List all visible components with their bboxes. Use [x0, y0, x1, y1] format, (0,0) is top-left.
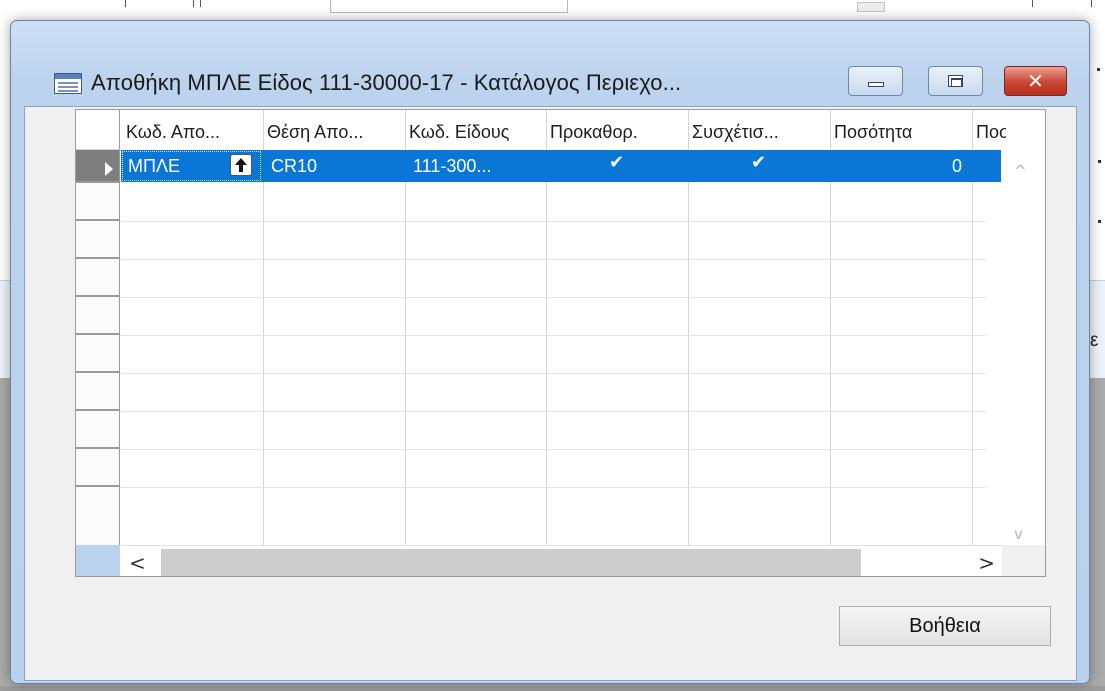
cell-default-check-icon[interactable]: ✔	[609, 152, 624, 173]
scroll-left-icon[interactable]: <	[129, 551, 146, 575]
row-selector[interactable]	[76, 297, 120, 335]
cell-quantity[interactable]: 0	[834, 156, 962, 177]
row-divider	[121, 259, 986, 260]
background-bottom-bar	[0, 686, 1105, 691]
row-selector[interactable]	[76, 487, 120, 545]
background-field	[330, 0, 885, 13]
column-header-location-code[interactable]: Κωδ. Απο...	[126, 122, 263, 143]
column-header-related[interactable]: Συσχέτισ...	[692, 122, 830, 143]
column-header-quantity[interactable]: Ποσότητα	[834, 122, 972, 143]
background-mark	[200, 0, 201, 7]
horizontal-scroll-thumb[interactable]	[161, 549, 861, 576]
bin-contents-window: Αποθήκη ΜΠΛΕ Είδος 111-30000-17 - Κατάλο…	[10, 20, 1090, 684]
close-icon: ✕	[1027, 69, 1044, 93]
row-divider	[121, 487, 986, 488]
row-selector[interactable]	[76, 183, 120, 221]
row-divider	[121, 221, 986, 222]
background-mark	[125, 0, 126, 7]
row-divider	[121, 373, 986, 374]
window-title: Αποθήκη ΜΠΛΕ Είδος 111-30000-17 - Κατάλο…	[91, 70, 682, 95]
scroll-down-icon[interactable]: v	[1014, 525, 1030, 543]
maximize-button[interactable]	[928, 66, 983, 96]
row-divider	[121, 449, 986, 450]
row-selector[interactable]	[76, 449, 120, 487]
row-selector[interactable]	[76, 335, 120, 373]
background-dot	[1098, 160, 1101, 163]
column-header-item-no[interactable]: Κωδ. Είδους	[409, 122, 547, 143]
scroll-up-icon[interactable]: ^	[1014, 162, 1030, 180]
minimize-button[interactable]	[848, 66, 903, 96]
background-mark	[1032, 0, 1033, 7]
row-selector[interactable]	[76, 221, 120, 259]
row-divider	[121, 335, 986, 336]
row-divider	[121, 297, 986, 298]
row-selector[interactable]	[76, 373, 120, 411]
cell-location-code[interactable]: ΜΠΛΕ	[128, 156, 180, 177]
scroll-right-icon[interactable]: >	[978, 551, 995, 575]
background-mark	[193, 0, 194, 7]
table-icon	[54, 73, 82, 94]
background-mark	[1091, 0, 1092, 7]
vertical-scrollbar[interactable]: ^ v	[1002, 150, 1045, 545]
restore-icon	[948, 75, 963, 87]
background-field-button	[857, 2, 885, 12]
cell-item-no[interactable]: 111-300...	[413, 156, 491, 177]
horizontal-scrollbar[interactable]: < >	[121, 545, 1003, 576]
minimize-icon	[868, 82, 884, 87]
row-header-column	[76, 110, 120, 576]
cell-bin-code[interactable]: CR10	[271, 156, 317, 177]
arrow-up-icon	[235, 158, 247, 172]
lookup-button[interactable]	[230, 154, 252, 176]
help-button[interactable]: Βοήθεια	[839, 606, 1051, 646]
header-corner	[76, 110, 120, 150]
row-selector[interactable]	[76, 259, 120, 297]
grid-corner	[1002, 545, 1045, 576]
current-row-arrow-icon	[105, 162, 113, 176]
cell-related-check-icon[interactable]: ✔	[751, 152, 766, 173]
grid-corner	[76, 545, 120, 576]
row-selector[interactable]	[76, 411, 120, 449]
row-divider	[121, 411, 986, 412]
column-header-default[interactable]: Προκαθορ.	[550, 122, 688, 143]
bin-contents-grid[interactable]: Κωδ. Απο... Θέση Απο... Κωδ. Είδους Προκ…	[75, 109, 1046, 577]
row-selector-current[interactable]	[76, 150, 120, 183]
background-partial-text: ε	[1090, 330, 1099, 351]
close-button[interactable]: ✕	[1004, 66, 1067, 96]
column-header-bin-code[interactable]: Θέση Απο...	[267, 122, 405, 143]
column-header-quantity-2[interactable]: Ποσ	[976, 122, 1006, 143]
background-dot	[1098, 220, 1101, 223]
background-dot	[1097, 68, 1100, 71]
